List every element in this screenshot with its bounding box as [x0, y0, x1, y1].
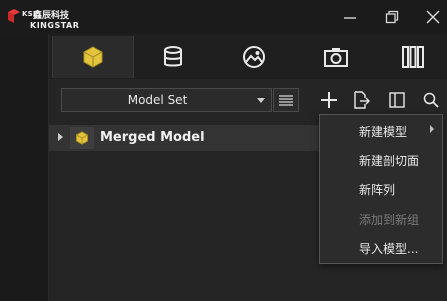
- minimize-icon: [344, 17, 356, 19]
- context-menu: 新建模型 新建剖切面 新阵列 添加到新组 导入模型...: [319, 114, 443, 264]
- menu-item-import-model[interactable]: 导入模型...: [359, 240, 418, 257]
- list-icon: [279, 95, 293, 106]
- brand-en: KINGSTAR: [30, 21, 80, 30]
- cube-icon: [76, 131, 88, 145]
- close-button[interactable]: [417, 0, 447, 34]
- cube-icon: [83, 46, 103, 68]
- list-view-button[interactable]: [273, 88, 299, 112]
- tab-columns[interactable]: [378, 36, 447, 78]
- left-strip: [0, 34, 49, 301]
- panel-icon: [389, 92, 405, 108]
- model-set-select-value: Model Set: [127, 93, 188, 107]
- minimize-button[interactable]: [334, 0, 366, 34]
- panel-toggle-button[interactable]: [384, 88, 410, 112]
- submenu-arrow-icon: [430, 125, 434, 133]
- database-icon: [164, 46, 182, 67]
- close-icon: [426, 10, 440, 24]
- add-button[interactable]: [316, 88, 342, 112]
- add-icon: [321, 92, 337, 108]
- restore-icon: [385, 10, 399, 24]
- tree-item-icon: [70, 127, 94, 149]
- tab-image[interactable]: [214, 36, 294, 78]
- restore-button[interactable]: [376, 0, 408, 34]
- columns-icon: [401, 46, 424, 68]
- brand-cn: 鑫辰科技: [33, 11, 70, 21]
- brand-logo: KSI 鑫辰科技 KINGSTAR: [6, 6, 124, 34]
- image-icon: [243, 46, 265, 68]
- menu-item-add-to-new-group: 添加到新组: [359, 213, 420, 227]
- tree-item-label: Merged Model: [100, 130, 205, 145]
- search-button[interactable]: [418, 88, 444, 112]
- tab-database[interactable]: [133, 36, 213, 78]
- model-set-select[interactable]: Model Set: [61, 88, 272, 112]
- export-button[interactable]: [348, 88, 374, 112]
- menu-item-new-section-plane[interactable]: 新建剖切面: [359, 152, 419, 169]
- menu-item-new-array[interactable]: 新阵列: [359, 181, 395, 198]
- chevron-down-icon: [257, 98, 265, 103]
- tab-camera[interactable]: [296, 36, 376, 78]
- menu-item-new-model[interactable]: 新建模型: [359, 123, 407, 140]
- expand-arrow-icon[interactable]: [58, 133, 63, 141]
- tab-models[interactable]: [52, 36, 134, 78]
- export-icon: [354, 91, 370, 109]
- camera-icon: [324, 48, 348, 67]
- search-icon: [423, 92, 439, 108]
